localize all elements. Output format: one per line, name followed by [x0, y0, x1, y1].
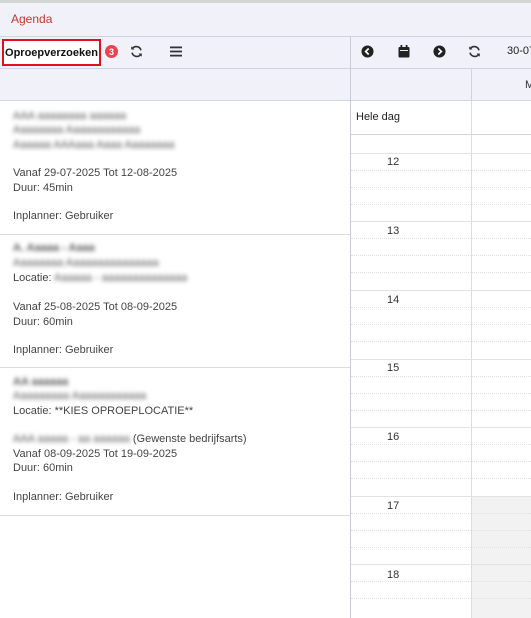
request-address: Aaaaaa AAAaaa Aaaa Aaaaaaaa: [13, 139, 175, 151]
oproepverzoeken-tab[interactable]: Oproepverzoeken: [2, 39, 101, 66]
calendar-icon[interactable]: [396, 43, 412, 59]
request-item[interactable]: AA aaaaaa Aaaaaaaaa Aaaaaaaaaaaa Locatie…: [0, 368, 350, 516]
doctor-name: AAA aaaaa - aa aaaaaa: [13, 433, 130, 445]
requests-header: [0, 69, 350, 101]
quarter-line: [351, 513, 531, 514]
previous-icon[interactable]: [359, 43, 375, 59]
hour-line: [351, 564, 531, 565]
current-date-label[interactable]: 30-07: [507, 45, 531, 57]
request-location: Locatie: Aaaaaa - aaaaaaaaaaaaaa: [13, 271, 187, 286]
column-divider: [471, 69, 472, 100]
refresh-calendar-icon[interactable]: [466, 43, 482, 59]
all-day-row[interactable]: Hele dag: [351, 101, 531, 135]
hour-label: 17: [387, 500, 400, 512]
request-organisation: Aaaaaaaa Aaaaaaaaaaaa: [13, 124, 141, 136]
quarter-line: [351, 255, 531, 256]
next-icon[interactable]: [431, 43, 447, 59]
request-planner: Inplanner: Gebruiker: [13, 491, 114, 503]
hour-line: [351, 427, 531, 428]
hour-label: 14: [387, 294, 400, 306]
time-grid[interactable]: 12 13 14 15 16 17 18: [351, 135, 531, 618]
location-value: Aaaaaa - aaaaaaaaaaaaaa: [53, 272, 188, 284]
request-name: AAA aaaaaaaa aaaaaa: [13, 110, 127, 122]
request-period: Vanaf 25-08-2025 Tot 08-09-2025: [13, 301, 178, 313]
request-planner: Inplanner: Gebruiker: [13, 344, 114, 356]
location-prefix: Locatie:: [13, 272, 54, 284]
request-period: Vanaf 08-09-2025 Tot 19-09-2025: [13, 448, 178, 460]
menu-icon[interactable]: [168, 43, 184, 59]
title-bar: Agenda: [0, 3, 531, 37]
request-duration: Duur: 45min: [13, 182, 73, 194]
quarter-line: [351, 478, 531, 479]
request-organisation: Aaaaaaaa Aaaaaaaaaaaaaaa: [13, 257, 159, 269]
app-title: Agenda: [11, 12, 53, 26]
request-name: AA aaaaaa: [13, 376, 69, 388]
all-day-label: Hele dag: [356, 111, 401, 123]
quarter-line: [351, 187, 531, 188]
quarter-line: [351, 530, 531, 531]
request-duration: Duur: 60min: [13, 462, 73, 474]
hour-line: [351, 359, 531, 360]
refresh-icon[interactable]: [128, 43, 144, 59]
quarter-line: [351, 393, 531, 394]
request-location: Locatie: **KIES OPROEPLOCATIE**: [13, 405, 194, 417]
doctor-suffix: (Gewenste bedrijfsarts): [132, 433, 247, 445]
hour-label: 13: [387, 225, 400, 237]
hour-line: [351, 221, 531, 222]
quarter-line: [351, 461, 531, 462]
calendar-header: M: [351, 69, 531, 101]
hour-label: 15: [387, 362, 400, 374]
day-column-header[interactable]: M: [525, 79, 531, 91]
hour-line: [351, 153, 531, 154]
quarter-line: [351, 272, 531, 273]
quarter-line: [351, 410, 531, 411]
quarter-line: [351, 598, 531, 599]
hour-line: [351, 290, 531, 291]
quarter-line: [351, 444, 531, 445]
hour-label: 18: [387, 569, 400, 581]
request-planner: Inplanner: Gebruiker: [13, 210, 114, 222]
hour-line: [351, 496, 531, 497]
request-doctor: AAA aaaaa - aa aaaaaa (Gewenste bedrijfs…: [13, 432, 247, 447]
request-period: Vanaf 29-07-2025 Tot 12-08-2025: [13, 167, 178, 179]
count-badge: 3: [105, 45, 118, 58]
hour-label: 16: [387, 431, 400, 443]
quarter-line: [351, 307, 531, 308]
quarter-line: [351, 376, 531, 377]
toolbar: Oproepverzoeken 3: [0, 37, 531, 69]
unavailable-slot: [472, 497, 531, 618]
request-item[interactable]: AAA aaaaaaaa aaaaaa Aaaaaaaa Aaaaaaaaaaa…: [0, 101, 350, 235]
quarter-line: [351, 581, 531, 582]
quarter-line: [351, 341, 531, 342]
quarter-line: [351, 238, 531, 239]
quarter-line: [351, 204, 531, 205]
hour-label: 12: [387, 156, 400, 168]
request-organisation: Aaaaaaaaa Aaaaaaaaaaaa: [13, 390, 147, 402]
request-item[interactable]: A. Aaaaa - Aaaa Aaaaaaaa Aaaaaaaaaaaaaaa…: [0, 235, 350, 368]
request-duration: Duur: 60min: [13, 316, 73, 328]
quarter-line: [351, 170, 531, 171]
quarter-line: [351, 547, 531, 548]
column-divider: [471, 101, 472, 134]
request-name: A. Aaaaa - Aaaa: [13, 242, 95, 254]
quarter-line: [351, 324, 531, 325]
